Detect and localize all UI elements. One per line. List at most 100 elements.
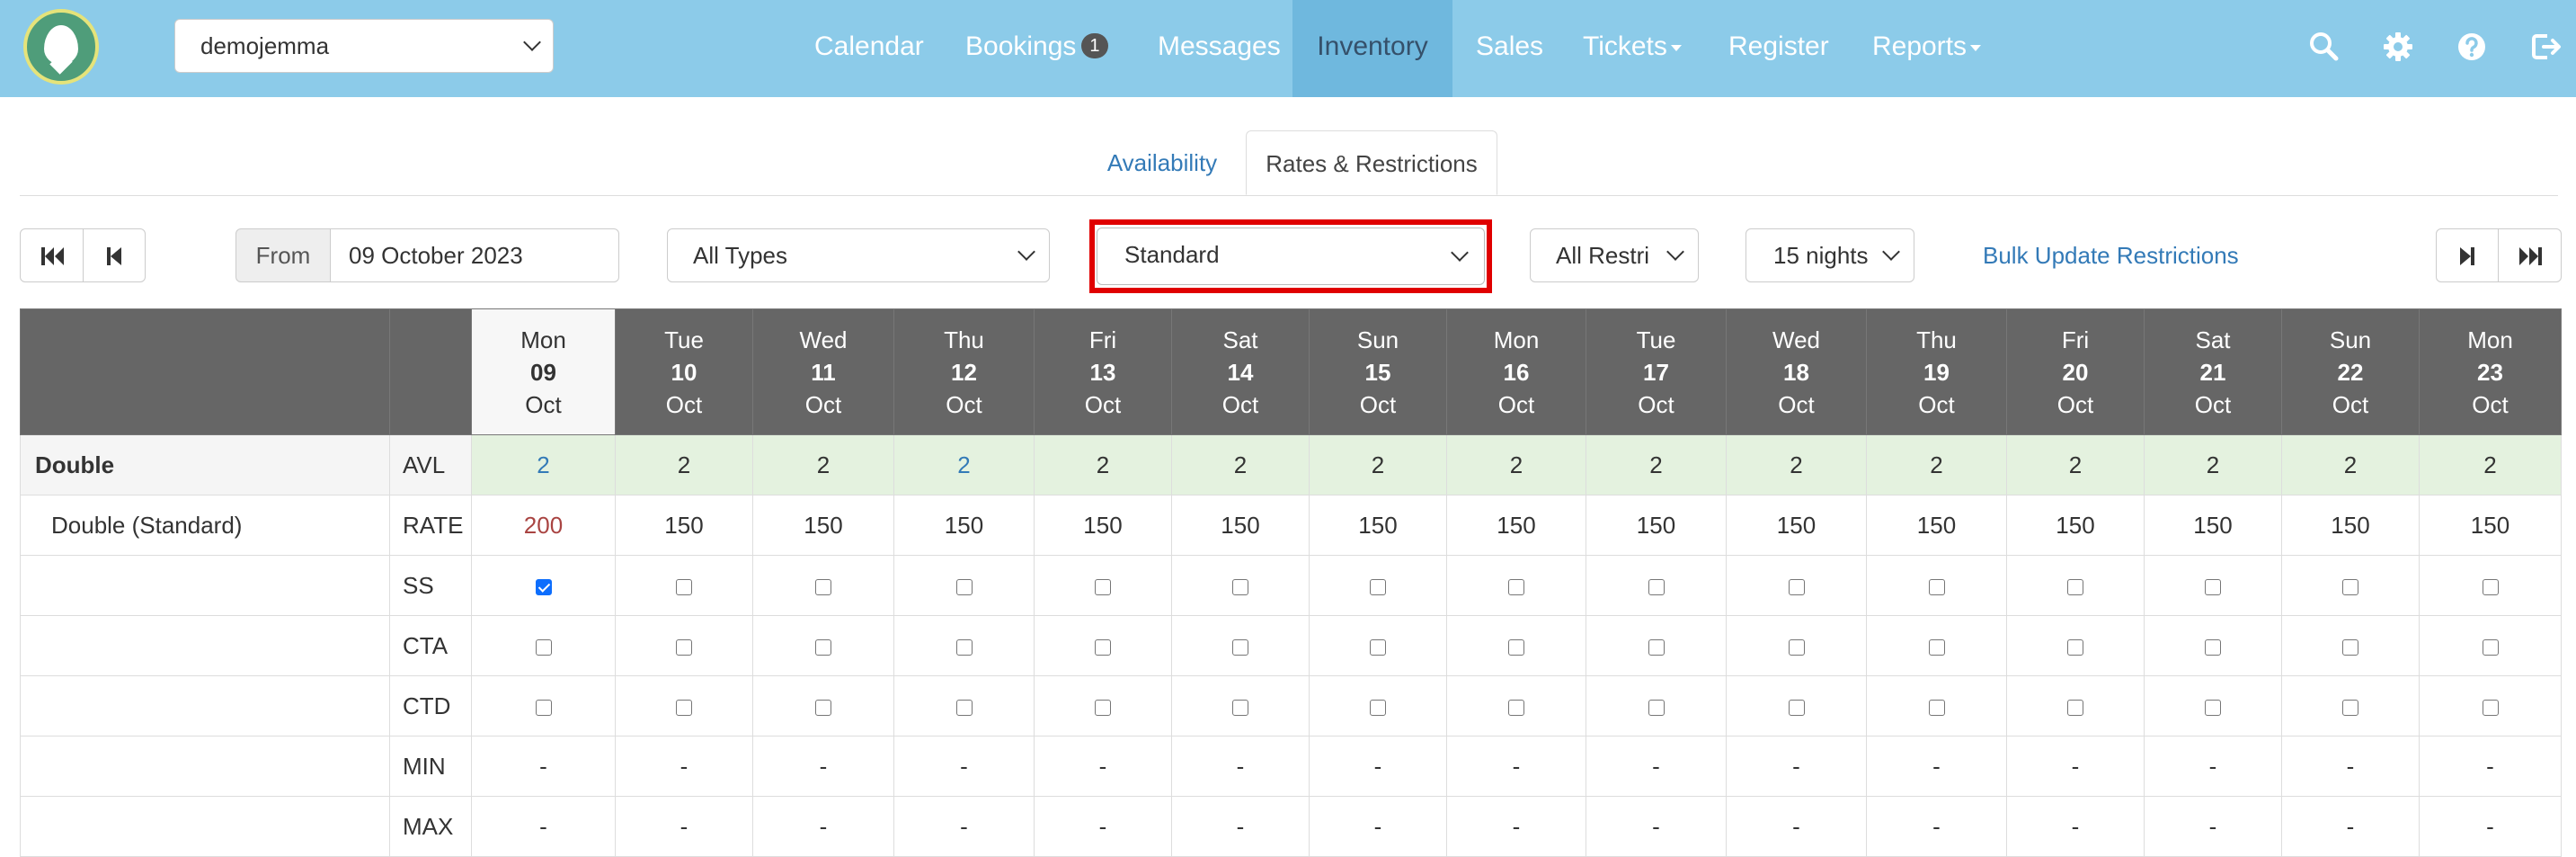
rate-value[interactable]: 150 [1637,512,1675,539]
ctd-checkbox[interactable] [2342,699,2358,716]
ss-checkbox[interactable] [1648,578,1665,595]
ctd-checkbox[interactable] [1370,699,1386,716]
nav-reports[interactable]: Reports [1872,0,1982,97]
grid-cell[interactable]: 2 [1586,434,1727,495]
grid-cell[interactable] [1309,615,1447,676]
grid-cell[interactable] [1726,555,1867,616]
cta-checkbox[interactable] [2342,638,2358,656]
app-logo[interactable] [23,9,99,85]
nav-tickets[interactable]: Tickets [1583,0,1682,97]
ss-checkbox[interactable] [955,578,973,595]
grid-cell[interactable]: 2 [1309,434,1447,495]
grid-cell[interactable]: 150 [1586,495,1727,556]
grid-cell[interactable] [1446,615,1586,676]
ss-checkbox[interactable] [1095,578,1111,595]
nav-sales[interactable]: Sales [1476,0,1543,97]
avl-value[interactable]: 2 [2069,451,2082,478]
grid-cell[interactable]: 150 [1034,495,1172,556]
grid-cell[interactable]: 2 [752,434,894,495]
grid-cell[interactable]: 150 [752,495,894,556]
avl-value[interactable]: 2 [957,451,970,478]
grid-cell[interactable]: 200 [471,495,616,556]
grid-cell[interactable] [1309,675,1447,736]
ctd-checkbox[interactable] [2067,699,2083,716]
grid-cell[interactable]: 2 [1866,434,2007,495]
ss-checkbox[interactable] [1508,578,1524,595]
cta-checkbox[interactable] [1648,638,1665,656]
cta-checkbox[interactable] [1095,638,1111,656]
grid-cell[interactable] [471,555,616,616]
grid-cell[interactable] [752,555,894,616]
rate-value[interactable]: 150 [804,512,842,539]
grid-cell[interactable] [1586,555,1727,616]
grid-cell[interactable] [893,555,1035,616]
ctd-checkbox[interactable] [1648,699,1665,716]
ctd-checkbox[interactable] [676,699,692,716]
avl-value[interactable]: 2 [1372,451,1384,478]
grid-cell[interactable]: 2 [1446,434,1586,495]
nav-messages[interactable]: Messages [1158,0,1281,97]
grid-cell[interactable]: 150 [1309,495,1447,556]
rate-value[interactable]: 150 [2193,512,2232,539]
ss-checkbox[interactable] [2342,578,2358,595]
grid-cell[interactable]: 2 [893,434,1035,495]
grid-cell[interactable] [2144,615,2282,676]
grid-cell[interactable]: 150 [1726,495,1867,556]
cta-checkbox[interactable] [1508,638,1524,656]
rate-value[interactable]: 150 [1777,512,1816,539]
avl-value[interactable]: 2 [1930,451,1942,478]
grid-cell[interactable]: 150 [2419,495,2562,556]
grid-cell[interactable]: 150 [893,495,1035,556]
rate-value[interactable]: 150 [2056,512,2094,539]
room-type-select[interactable]: All Types [667,228,1050,282]
cta-checkbox[interactable] [2205,638,2221,656]
grid-cell[interactable] [1866,555,2007,616]
rate-value[interactable]: 150 [1497,512,1535,539]
grid-cell[interactable] [1586,675,1727,736]
grid-cell[interactable] [1726,675,1867,736]
grid-cell[interactable] [2281,615,2420,676]
avl-value[interactable]: 2 [1510,451,1523,478]
grid-cell[interactable]: 2 [471,434,616,495]
ss-checkbox[interactable] [815,578,831,595]
nights-select[interactable]: 15 nights [1745,228,1914,282]
grid-cell[interactable] [615,555,753,616]
avl-value[interactable]: 2 [817,451,830,478]
rate-value[interactable]: 150 [1083,512,1122,539]
cta-checkbox[interactable] [1928,638,1945,656]
rate-value[interactable]: 200 [524,512,563,539]
grid-cell[interactable]: 2 [615,434,753,495]
ctd-checkbox[interactable] [1232,699,1248,716]
cta-checkbox[interactable] [955,638,973,656]
from-date-input[interactable]: 09 October 2023 [330,228,619,282]
ctd-checkbox[interactable] [2205,699,2221,716]
ctd-checkbox[interactable] [1928,699,1945,716]
grid-cell[interactable] [2006,555,2145,616]
grid-cell[interactable] [1034,675,1172,736]
logout-icon[interactable] [2527,29,2563,65]
avl-value[interactable]: 2 [2483,451,2496,478]
grid-cell[interactable] [1446,555,1586,616]
grid-cell[interactable] [2281,675,2420,736]
grid-cell[interactable]: 150 [2006,495,2145,556]
cta-checkbox[interactable] [1370,638,1386,656]
nav-inventory[interactable]: Inventory [1292,0,1452,97]
first-page-button[interactable] [20,228,84,282]
cta-checkbox[interactable] [535,638,552,656]
ss-checkbox[interactable] [535,578,552,595]
ctd-checkbox[interactable] [2482,699,2499,716]
grid-cell[interactable] [1171,555,1310,616]
grid-cell[interactable]: 2 [1171,434,1310,495]
rate-value[interactable]: 150 [945,512,983,539]
rate-value[interactable]: 150 [1358,512,1397,539]
grid-cell[interactable] [893,615,1035,676]
grid-cell[interactable] [1866,675,2007,736]
previous-page-button[interactable] [83,228,146,282]
rate-value[interactable]: 150 [2471,512,2509,539]
avl-value[interactable]: 2 [2207,451,2219,478]
cta-checkbox[interactable] [2067,638,2083,656]
avl-value[interactable]: 2 [1649,451,1662,478]
ctd-checkbox[interactable] [1095,699,1111,716]
ss-checkbox[interactable] [1928,578,1945,595]
grid-cell[interactable] [1866,615,2007,676]
